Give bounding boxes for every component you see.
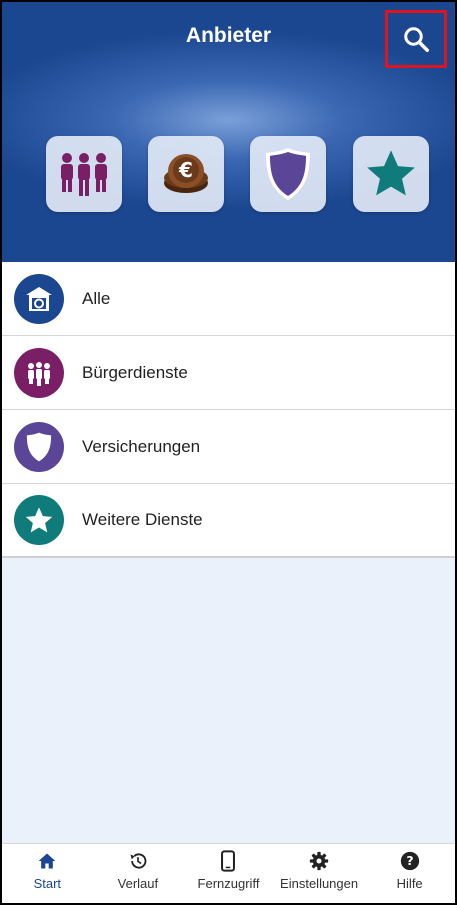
shield-icon [14, 421, 64, 472]
nav-label: Fernzugriff [197, 876, 260, 891]
list-item-label: Weitere Dienste [82, 510, 203, 529]
gear-icon [308, 850, 330, 872]
list-item-weitere-dienste[interactable]: Weitere Dienste [2, 484, 455, 558]
nav-verlauf[interactable]: Verlauf [94, 844, 182, 891]
search-icon [404, 27, 429, 52]
bottom-nav: Start Verlauf Fernzugriff Einstellungen … [2, 843, 455, 903]
nav-einstellungen[interactable]: Einstellungen [275, 844, 363, 891]
list-item-versicherungen[interactable]: Versicherungen [2, 410, 455, 484]
nav-label: Hilfe [396, 876, 423, 891]
history-icon [127, 850, 149, 872]
nav-label: Einstellungen [280, 876, 359, 891]
category-tiles: € [2, 136, 455, 214]
tile-buergerdienste[interactable] [46, 136, 122, 212]
nav-fernzugriff[interactable]: Fernzugriff [184, 844, 272, 891]
tile-versicherungen[interactable] [250, 136, 326, 212]
star-icon [367, 150, 415, 196]
list-item-alle[interactable]: Alle [2, 262, 455, 336]
list-item-buergerdienste[interactable]: Bürgerdienste [2, 336, 455, 410]
provider-list: Alle Bürgerdienste Versicherungen Weiter… [2, 262, 455, 558]
tile-finanzen[interactable]: € [148, 136, 224, 212]
home-icon [36, 850, 58, 872]
star-icon [14, 495, 64, 545]
app-screen: Anbieter € Alle Bürgerdienste Versicheru… [0, 0, 457, 905]
list-item-label: Bürgerdienste [82, 362, 188, 382]
people-icon [61, 153, 107, 196]
euro-coin-icon: € [164, 154, 208, 193]
svg-text:€: € [178, 158, 193, 182]
nav-label: Verlauf [117, 876, 159, 891]
list-item-label: Versicherungen [82, 436, 201, 456]
phone-icon [217, 850, 239, 872]
people-icon [14, 347, 64, 398]
list-item-label: Alle [82, 288, 111, 308]
nav-start[interactable]: Start [3, 844, 91, 891]
shield-icon [266, 148, 310, 200]
search-button[interactable] [385, 10, 447, 68]
all-services-icon [14, 273, 64, 324]
tile-weitere-dienste[interactable] [353, 136, 429, 212]
header: Anbieter € [2, 2, 455, 262]
svg-text:?: ? [406, 853, 413, 868]
nav-label: Start [33, 876, 62, 891]
help-icon: ? [399, 850, 421, 872]
nav-hilfe[interactable]: ? Hilfe [366, 844, 454, 891]
